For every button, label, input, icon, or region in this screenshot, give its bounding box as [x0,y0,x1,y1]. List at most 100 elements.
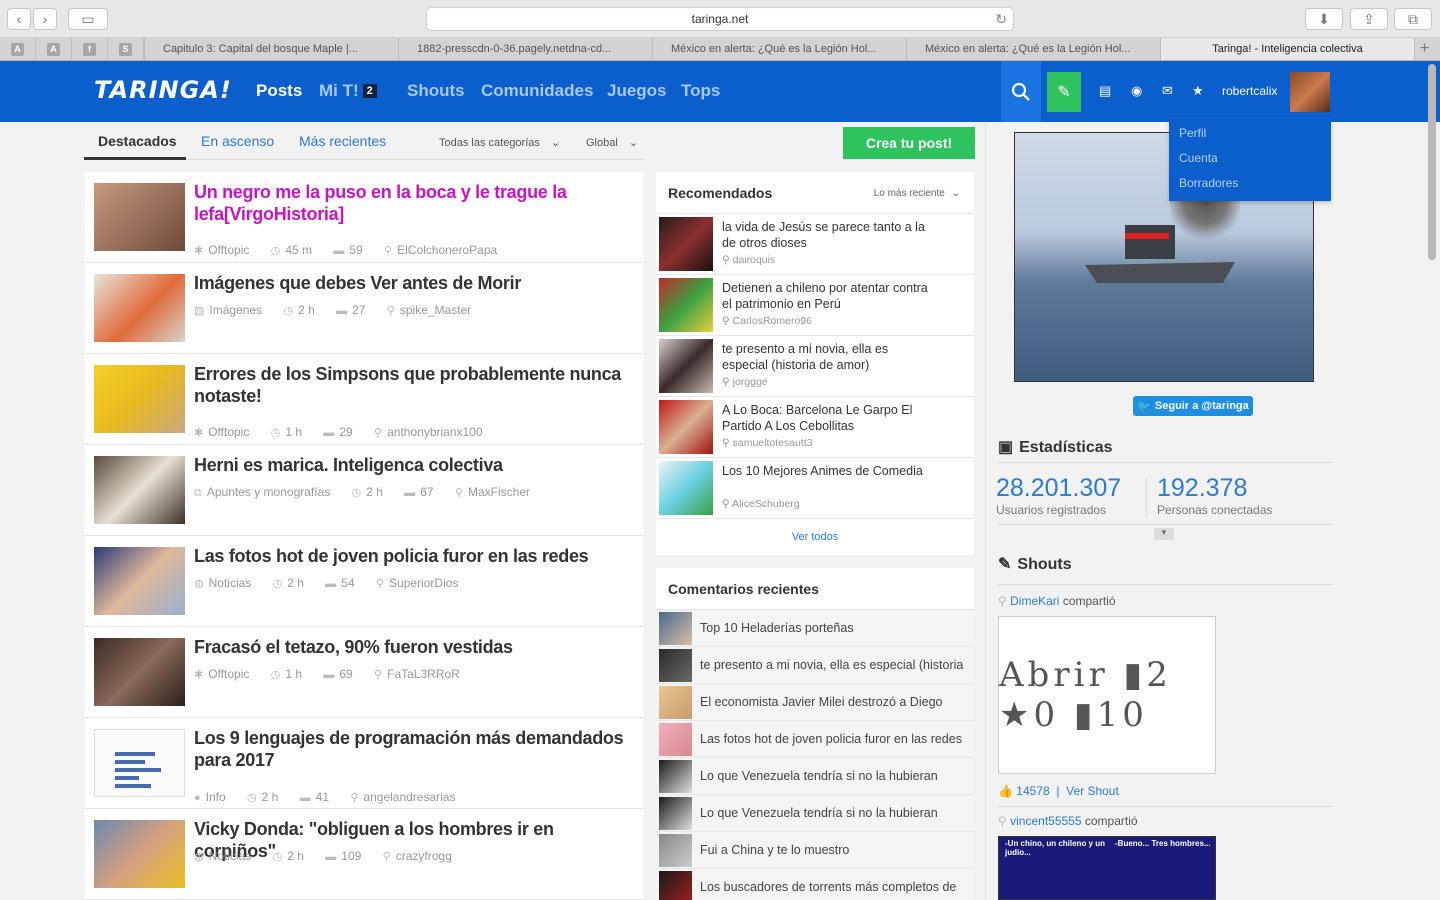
address-bar[interactable]: taringa.net ↻ [426,7,1014,31]
comment-item[interactable]: Lo que Venezuela tendría si no la hubier… [656,758,974,795]
recommended-title[interactable]: la vida de Jesús se parece tanto a la de… [722,219,937,251]
comment-text[interactable]: El economista Javier Milei destrozó a Di… [700,695,970,709]
comment-avatar[interactable] [659,797,692,830]
recommended-item[interactable]: A Lo Boca: Barcelona Le Garpo El Partido… [656,397,974,458]
browser-tab[interactable]: 1882-presscdn-0-36.pagely.netdna-cd... [398,38,652,60]
shout-image[interactable]: Abrir ▮2 ★0 ▮10 [998,616,1216,774]
recommended-author[interactable]: ⚲ CarlosRomero96 [722,315,812,327]
comment-text[interactable]: Los buscadores de torrents más completos… [700,880,970,894]
post-title[interactable]: Las fotos hot de joven policia furor en … [194,545,634,567]
pinned-tab[interactable]: f [72,38,108,60]
post-item[interactable]: Vicky Donda: "obliguen a los hombres ir … [84,809,644,900]
comment-item[interactable]: Lo que Venezuela tendría si no la hubier… [656,795,974,832]
post-item[interactable]: Errores de los Simpsons que probablement… [84,354,644,445]
recommended-title[interactable]: Detienen a chileno por atentar contra el… [722,280,937,312]
post-thumbnail[interactable] [94,183,185,251]
username[interactable]: robertcalix [1222,84,1277,98]
post-item[interactable]: Imágenes que debes Ver antes de Morir ▨ I… [84,263,644,354]
browser-tab[interactable]: Capitulo 3: Capital del bosque Maple |..… [144,38,398,60]
recommended-item[interactable]: la vida de Jesús se parece tanto a la de… [656,214,974,275]
back-button[interactable]: ‹ [7,8,31,30]
browser-tab-active[interactable]: Taringa! - Inteligencia colectiva [1160,38,1414,60]
comment-text[interactable]: Las fotos hot de joven policia furor en … [700,732,970,746]
nav-posts[interactable]: Posts [256,81,302,101]
menu-item-cuenta[interactable]: Cuenta [1169,150,1331,175]
comment-item[interactable]: El economista Javier Milei destrozó a Di… [656,684,974,721]
post-title[interactable]: Fracasó el tetazo, 90% fueron vestidas [194,636,634,658]
comment-item[interactable]: Las fotos hot de joven policia furor en … [656,721,974,758]
recommended-author[interactable]: ⚲ dairoquis [722,254,775,266]
comment-item[interactable]: Los buscadores de torrents más completos… [656,869,974,900]
search-button[interactable] [1001,61,1041,122]
sort-select[interactable]: Lo más reciente ⌄ [874,188,960,199]
post-title[interactable]: Imágenes que debes Ver antes de Morir [194,272,634,294]
avatar[interactable] [1290,72,1330,112]
recommended-thumbnail[interactable] [659,400,713,454]
post-thumbnail[interactable] [94,456,185,524]
browser-tab[interactable]: México en alerta: ¿Qué es la Legión Hol.… [652,38,906,60]
menu-item-borradores[interactable]: Borradores [1169,175,1331,200]
post-title[interactable]: Herni es marica. Inteligenca colectiva [194,454,634,476]
recommended-thumbnail[interactable] [659,278,713,332]
recommended-title[interactable]: te presento a mi novia, ella es especial… [722,341,937,373]
post-thumbnail[interactable] [94,365,185,433]
recommended-item[interactable]: Los 10 Mejores Animes de Comedia ⚲ Alice… [656,458,974,519]
comment-avatar[interactable] [659,760,692,793]
post-item[interactable]: Herni es marica. Inteligenca colectiva ⧉… [84,445,644,536]
stats-icon[interactable]: ▤ [1099,83,1111,99]
comment-text[interactable]: Fui a China y te lo muestro [700,843,970,857]
scrollbar[interactable] [1428,64,1436,260]
nav-tops[interactable]: Tops [681,81,720,101]
shout-author[interactable]: DimeKari [1010,594,1059,608]
comment-item[interactable]: te presento a mi novia, ella es especial… [656,647,974,684]
create-post-button[interactable]: Crea tu post! [843,127,975,159]
comment-text[interactable]: Top 10 Heladerías porteñas [700,621,970,635]
recommended-title[interactable]: A Lo Boca: Barcelona Le Garpo El Partido… [722,402,937,434]
share-button[interactable]: ⇪ [1350,8,1388,30]
post-title[interactable]: Los 9 lenguajes de programación más dema… [194,727,634,771]
scope-select[interactable]: Global ⌄ [586,136,638,149]
tab-destacados[interactable]: Destacados [98,133,177,149]
thumbs-up-icon[interactable]: 👍 [998,784,1016,798]
nav-comunidades[interactable]: Comunidades [481,81,593,101]
recommended-thumbnail[interactable] [659,339,713,393]
tab-mas-recientes[interactable]: Más recientes [299,133,386,149]
recommended-author[interactable]: ⚲ jorggge [722,376,768,388]
mail-icon[interactable]: ✉ [1162,83,1173,99]
post-item[interactable]: Las fotos hot de joven policia furor en … [84,536,644,627]
comment-avatar[interactable] [659,649,692,682]
tabs-overview-button[interactable]: ⧉ [1394,8,1432,30]
reload-icon[interactable]: ↻ [995,11,1007,28]
see-shout-link[interactable]: Ver Shout [1066,784,1119,798]
likes-count[interactable]: 14578 [1016,784,1049,798]
pinned-tab[interactable]: A [36,38,72,60]
taringa-logo[interactable]: TARINGA! [94,76,232,104]
recommended-title[interactable]: Los 10 Mejores Animes de Comedia [722,463,937,479]
recommended-thumbnail[interactable] [659,217,713,271]
post-thumbnail[interactable] [94,547,185,615]
post-thumbnail[interactable] [94,638,185,706]
nav-juegos[interactable]: Juegos [607,81,667,101]
shout-author[interactable]: vincent55555 [1010,814,1081,828]
recommended-thumbnail[interactable] [659,461,713,515]
comment-item[interactable]: Top 10 Heladerías porteñas [656,610,974,647]
nav-shouts[interactable]: Shouts [407,81,465,101]
browser-tab[interactable]: México en alerta: ¿Qué es la Legión Hol.… [906,38,1160,60]
recommended-author[interactable]: ⚲ samueltotesautt3 [722,437,813,449]
comment-avatar[interactable] [659,723,692,756]
menu-item-perfil[interactable]: Perfil [1169,125,1331,150]
recommended-author[interactable]: ⚲ AliceSchuberg [722,498,800,510]
comment-avatar[interactable] [659,686,692,719]
post-item[interactable]: Los 9 lenguajes de programación más dema… [84,718,644,809]
compose-button[interactable]: ✎ [1047,72,1081,112]
post-title[interactable]: Un negro me la puso en la boca y le trag… [194,181,634,225]
pinned-tab[interactable]: A [0,38,36,60]
eye-icon[interactable]: ◉ [1131,83,1142,99]
forward-button[interactable]: › [33,8,57,30]
post-thumbnail[interactable] [94,729,185,797]
post-item[interactable]: Un negro me la puso en la boca y le trag… [84,172,644,263]
post-thumbnail[interactable] [94,274,185,342]
nav-mit[interactable]: Mi T! 2 [319,81,377,101]
recommended-item[interactable]: te presento a mi novia, ella es especial… [656,336,974,397]
pinned-tab[interactable]: S [108,38,144,60]
